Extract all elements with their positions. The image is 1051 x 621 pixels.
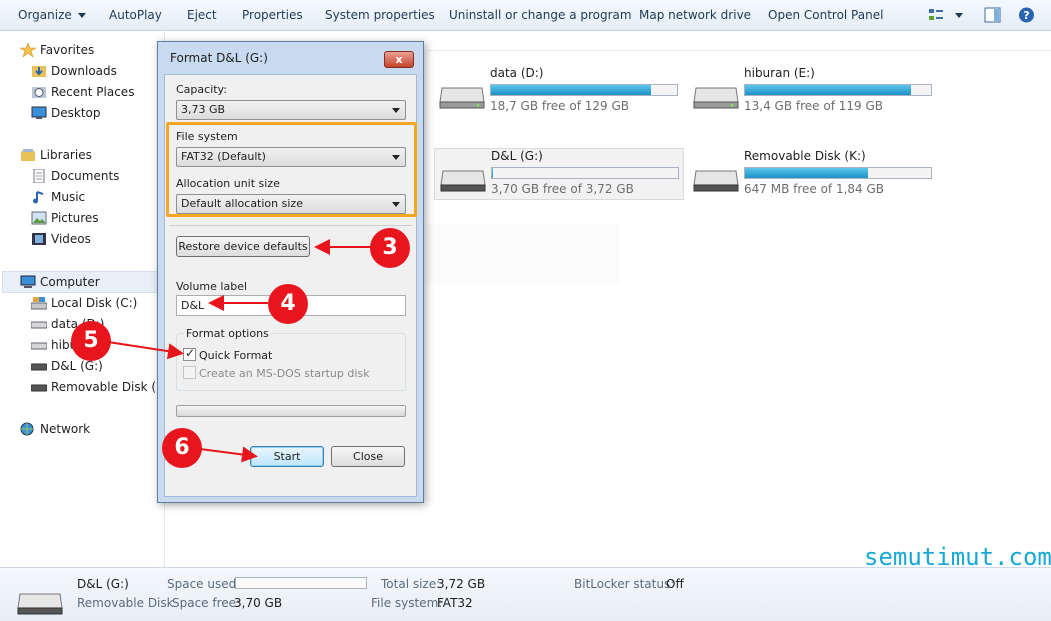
details-pane: D&L (G:) Removable Disk Space used: Spac… — [0, 567, 1051, 621]
space-free-label: Space free: — [172, 596, 241, 610]
bitlocker-value: Off — [666, 577, 684, 591]
details-drive-type: Removable Disk — [77, 596, 174, 610]
step-marker-4: 4 — [268, 284, 308, 324]
file-system-label: File system: — [371, 596, 443, 610]
step-marker-3: 3 — [370, 228, 410, 268]
details-drive-name: D&L (G:) — [77, 577, 129, 591]
total-size-value: 3,72 GB — [437, 577, 486, 591]
file-system-value: FAT32 — [437, 596, 473, 610]
step-marker-5: 5 — [71, 321, 111, 361]
annotation-arrows — [107, 239, 372, 463]
total-size-label: Total size: — [381, 577, 441, 591]
step-marker-6: 6 — [162, 428, 202, 468]
arrow-to-start — [199, 446, 258, 463]
arrow-to-quick-format — [107, 341, 184, 360]
bitlocker-label: BitLocker status: — [574, 577, 675, 591]
space-used-bar — [235, 577, 367, 589]
space-used-label: Space used: — [167, 577, 241, 591]
removable-drive-icon — [17, 593, 63, 615]
space-free-value: 3,70 GB — [234, 596, 283, 610]
